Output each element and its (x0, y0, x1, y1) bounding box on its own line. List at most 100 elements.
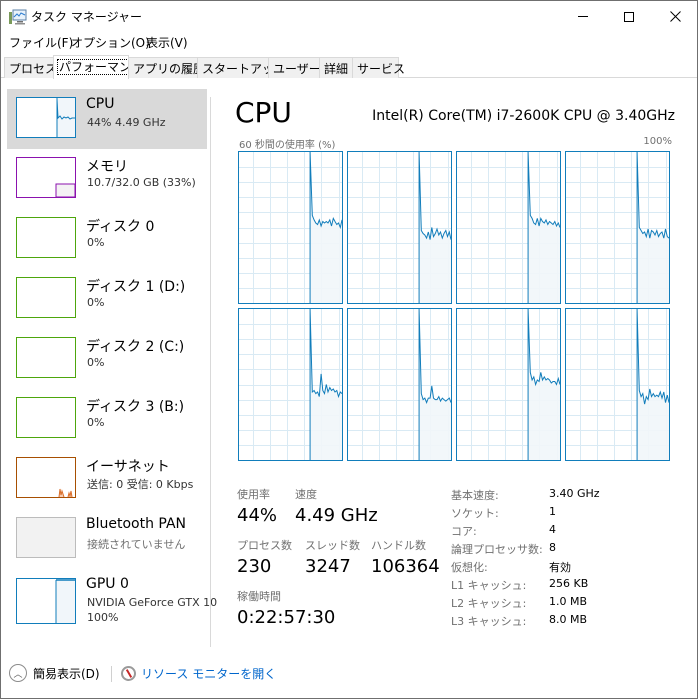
spec-value: 8 (549, 541, 556, 554)
core-graph-canvas (457, 309, 560, 460)
sidebar-item-disk-3[interactable]: ディスク 3 (B:) 0% (7, 389, 207, 449)
handles-label: ハンドル数 (371, 539, 426, 552)
sidebar-subtitle: 0% (87, 416, 105, 429)
task-manager-window: タスク マネージャー ファイル(F) オプション(O) 表示(V) プロセス パ… (0, 0, 698, 699)
spec-label: 仮想化: (451, 561, 488, 574)
spec-value: 256 KB (549, 577, 589, 590)
sidebar-subtitle: 接続されていません (87, 538, 186, 551)
sidebar-item-cpu[interactable]: CPU 44% 4.49 GHz (7, 89, 207, 149)
core-graph (456, 151, 561, 304)
menu-bar: ファイル(F) オプション(O) 表示(V) (1, 32, 697, 52)
usage-area (528, 152, 560, 303)
core-graph-canvas (239, 152, 342, 303)
tab-app-history[interactable]: アプリの履歴 (128, 57, 205, 78)
processes-label: プロセス数 (237, 539, 292, 552)
spec-value: 有効 (549, 561, 571, 574)
spec-value: 1 (549, 505, 556, 518)
sidebar-item-disk-2[interactable]: ディスク 2 (C:) 0% (7, 329, 207, 389)
disk-0-thumbnail-graph (16, 217, 76, 258)
sidebar-item-gpu-0[interactable]: GPU 0 NVIDIA GeForce GTX 10 100% (7, 569, 217, 629)
maximize-button[interactable] (606, 1, 652, 32)
spec-value: 8.0 MB (549, 613, 588, 626)
menu-options[interactable]: オプション(O) (71, 34, 150, 51)
tab-services[interactable]: サービス (352, 57, 405, 78)
sidebar-subtitle: 0% (87, 356, 105, 369)
usage-area (528, 309, 560, 460)
sidebar-title: ディスク 0 (86, 219, 155, 235)
disk-2-thumbnail-graph (16, 337, 76, 378)
core-graph (347, 308, 452, 461)
sidebar-subtitle: 0% (87, 236, 105, 249)
sidebar-item-memory[interactable]: メモリ 10.7/32.0 GB (33%) (7, 149, 207, 209)
title-bar: タスク マネージャー (1, 1, 697, 32)
tab-users[interactable]: ユーザー (268, 57, 321, 78)
close-button[interactable] (652, 1, 698, 32)
menu-view[interactable]: 表示(V) (146, 34, 188, 51)
resource-monitor-icon (121, 666, 136, 681)
sidebar-title: CPU (86, 96, 115, 112)
sidebar-subtitle: 44% 4.49 GHz (87, 116, 166, 129)
graph-max-label: 100% (643, 136, 672, 147)
usage-area (310, 152, 342, 303)
processes-value: 230 (237, 556, 272, 577)
resource-monitor-label: リソース モニターを開く (141, 667, 277, 681)
tab-details[interactable]: 詳細 (319, 57, 353, 78)
core-graph (565, 308, 670, 461)
tab-performance[interactable]: パフォーマンス (53, 55, 145, 79)
maximize-icon (624, 11, 634, 22)
menu-file[interactable]: ファイル(F) (9, 34, 73, 51)
logical-processor-graphs (238, 151, 674, 463)
sidebar-subtitle: 送信: 0 受信: 0 Kbps (87, 478, 194, 491)
ethernet-thumbnail-graph (16, 457, 76, 498)
spec-label: L2 キャッシュ: (451, 597, 527, 610)
sidebar-item-ethernet[interactable]: イーサネット 送信: 0 受信: 0 Kbps (7, 449, 207, 509)
core-graph-canvas (348, 309, 451, 460)
chevron-up-icon: ︿ (9, 664, 27, 682)
tab-bar: プロセス パフォーマンス アプリの履歴 スタートアップ ユーザー 詳細 サービス (1, 54, 697, 79)
open-resource-monitor-link[interactable]: リソース モニターを開く (121, 665, 276, 682)
tab-label: 詳細 (324, 62, 349, 76)
handles-value: 106364 (371, 556, 440, 577)
usage-area (637, 309, 669, 460)
gpu-thumbnail-graph (16, 578, 76, 624)
spec-label: L3 キャッシュ: (451, 615, 527, 628)
sidebar-title: イーサネット (86, 459, 170, 475)
cpu-thumbnail-graph (16, 97, 76, 138)
sidebar-subtitle: 0% (87, 296, 105, 309)
uptime-value: 0:22:57:30 (237, 607, 336, 628)
sidebar-title: ディスク 1 (D:) (86, 279, 186, 295)
sidebar-item-disk-1[interactable]: ディスク 1 (D:) 0% (7, 269, 207, 329)
threads-label: スレッド数 (305, 539, 360, 552)
tab-startup[interactable]: スタートアップ (197, 57, 286, 78)
tab-processes[interactable]: プロセス (4, 57, 57, 78)
spec-label: コア: (451, 525, 477, 538)
spec-value: 1.0 MB (549, 595, 588, 608)
sidebar-title: ディスク 3 (B:) (86, 399, 185, 415)
speed-label: 速度 (295, 488, 317, 501)
sidebar-title: GPU 0 (86, 576, 129, 592)
minimize-button[interactable] (560, 1, 606, 32)
footer-bar: ︿ 簡易表示(D) リソース モニターを開く (1, 659, 697, 689)
core-graph-canvas (566, 309, 669, 460)
spec-label: 論理プロセッサ数: (451, 543, 543, 556)
tab-label: ユーザー (273, 62, 321, 76)
window-title: タスク マネージャー (31, 10, 142, 24)
disk-1-thumbnail-graph (16, 277, 76, 318)
core-graph-canvas (566, 152, 669, 303)
page-title: CPU (235, 96, 292, 129)
resource-sidebar: CPU 44% 4.49 GHz メモリ 10.7/32.0 GB (33%) … (1, 79, 217, 647)
sidebar-title: ディスク 2 (C:) (86, 339, 185, 355)
cpu-model-name: Intel(R) Core(TM) i7-2600K CPU @ 3.40GHz (372, 108, 675, 124)
sidebar-item-bluetooth-pan[interactable]: Bluetooth PAN 接続されていません (7, 509, 207, 569)
sidebar-item-disk-0[interactable]: ディスク 0 0% (7, 209, 207, 269)
footer-separator (111, 666, 112, 682)
fewer-details-button[interactable]: ︿ 簡易表示(D) (9, 664, 100, 682)
fewer-details-label: 簡易表示(D) (33, 666, 100, 681)
core-graph (456, 308, 561, 461)
spec-label: L1 キャッシュ: (451, 579, 527, 592)
bluetooth-thumbnail-graph (16, 517, 76, 558)
core-graph-canvas (457, 152, 560, 303)
usage-area (637, 152, 669, 303)
disk-3-thumbnail-graph (16, 397, 76, 438)
usage-area (419, 152, 451, 303)
